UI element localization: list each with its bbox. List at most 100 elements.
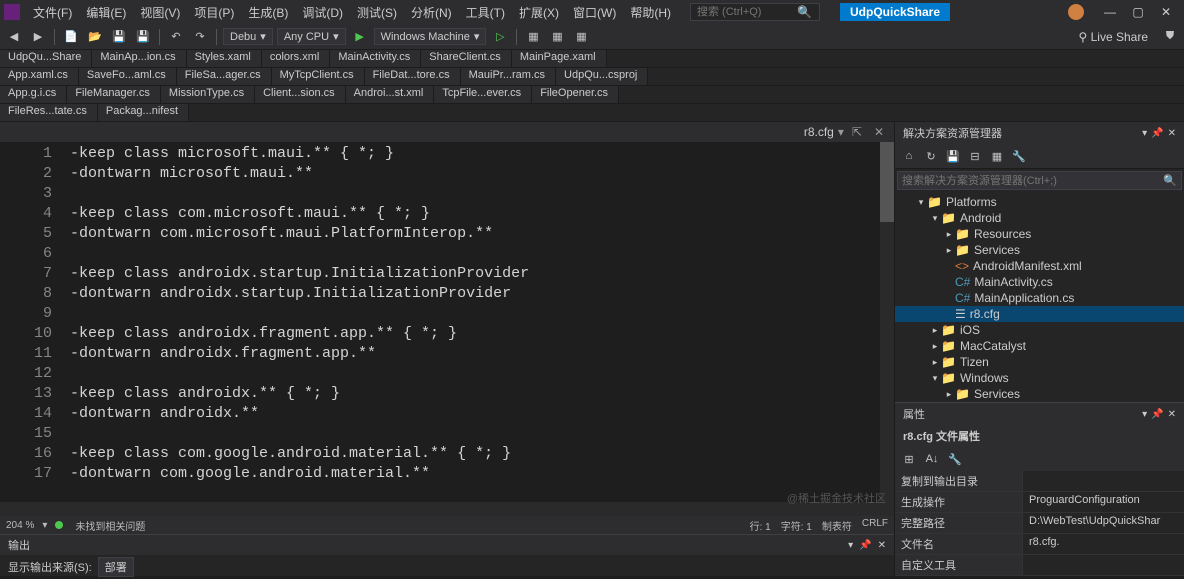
menu-item[interactable]: 项目(P) xyxy=(187,4,241,21)
line-indicator[interactable]: 行: 1 xyxy=(750,518,771,533)
sort-icon[interactable]: A↓ xyxy=(922,449,942,469)
error-status[interactable]: 未找到相关问题 xyxy=(75,518,145,533)
tool-icon[interactable]: ▦ xyxy=(523,27,543,47)
save-icon[interactable]: 💾 xyxy=(943,146,963,166)
document-tab[interactable]: Client...sion.cs xyxy=(255,86,346,103)
menu-item[interactable]: 分析(N) xyxy=(404,4,459,21)
home-icon[interactable]: ⌂ xyxy=(899,146,919,166)
tree-item[interactable]: ▾📁Android xyxy=(895,210,1184,226)
property-row[interactable]: 生成操作ProguardConfiguration xyxy=(895,492,1184,513)
tree-item[interactable]: C#MainActivity.cs xyxy=(895,274,1184,290)
document-tab[interactable]: UdpQu...Share xyxy=(0,50,92,67)
code-content[interactable]: -keep class microsoft.maui.** { *; }-don… xyxy=(70,142,894,502)
document-tab[interactable]: colors.xml xyxy=(262,50,331,67)
categorize-icon[interactable]: ⊞ xyxy=(899,449,919,469)
tree-item[interactable]: C#MainApplication.cs xyxy=(895,290,1184,306)
show-all-icon[interactable]: ▦ xyxy=(987,146,1007,166)
search-icon[interactable]: 🔍 xyxy=(1163,174,1177,187)
target-combo[interactable]: Windows Machine▾ xyxy=(374,28,487,45)
property-value[interactable]: r8.cfg. xyxy=(1023,534,1184,554)
tool-icon[interactable]: ▦ xyxy=(547,27,567,47)
nav-back-icon[interactable]: ◀ xyxy=(4,27,24,47)
save-icon[interactable]: 💾 xyxy=(109,27,129,47)
close-icon[interactable]: ✕ xyxy=(1168,128,1176,139)
menu-item[interactable]: 生成(B) xyxy=(241,4,295,21)
menu-item[interactable]: 帮助(H) xyxy=(623,4,678,21)
chevron-right-icon[interactable]: ▸ xyxy=(943,245,955,256)
document-tab[interactable]: FileManager.cs xyxy=(67,86,161,103)
close-icon[interactable]: ✕ xyxy=(878,540,886,551)
solution-tree[interactable]: ▾📁Platforms▾📁Android▸📁Resources▸📁Service… xyxy=(895,192,1184,402)
document-tab[interactable]: MyTcpClient.cs xyxy=(272,68,365,85)
menu-item[interactable]: 窗口(W) xyxy=(566,4,623,21)
chevron-right-icon[interactable]: ▸ xyxy=(943,229,955,240)
chevron-right-icon[interactable]: ▸ xyxy=(929,341,941,352)
tree-item[interactable]: ▸📁iOS xyxy=(895,322,1184,338)
redo-icon[interactable]: ↷ xyxy=(190,27,210,47)
wrench-icon[interactable]: 🔧 xyxy=(945,449,965,469)
new-item-icon[interactable]: 📄 xyxy=(61,27,81,47)
dropdown-icon[interactable]: ▾ xyxy=(1142,409,1147,420)
platform-combo[interactable]: Any CPU▾ xyxy=(277,28,346,45)
document-tab[interactable]: FileDat...tore.cs xyxy=(365,68,461,85)
document-tab[interactable]: SaveFo...aml.cs xyxy=(79,68,177,85)
document-tab[interactable]: FileOpener.cs xyxy=(532,86,619,103)
chevron-right-icon[interactable]: ▸ xyxy=(943,389,955,400)
save-all-icon[interactable]: 💾 xyxy=(133,27,153,47)
menu-item[interactable]: 调试(D) xyxy=(295,4,350,21)
tree-item[interactable]: ▸📁MacCatalyst xyxy=(895,338,1184,354)
tree-item[interactable]: ▾📁Platforms xyxy=(895,194,1184,210)
property-row[interactable]: 复制到输出目录 xyxy=(895,471,1184,492)
dropdown-icon[interactable]: ▾ xyxy=(838,125,844,139)
close-button[interactable]: ✕ xyxy=(1152,5,1180,19)
tree-item[interactable]: ▸📁Tizen xyxy=(895,354,1184,370)
start-icon[interactable]: ▷ xyxy=(490,27,510,47)
pin-icon[interactable]: 📌 xyxy=(1151,128,1163,139)
tree-item[interactable]: ▾📁Windows xyxy=(895,370,1184,386)
code-editor[interactable]: 1234567891011121314151617 -keep class mi… xyxy=(0,142,894,502)
open-icon[interactable]: 📂 xyxy=(85,27,105,47)
tree-item[interactable]: <>AndroidManifest.xml xyxy=(895,258,1184,274)
document-tab[interactable]: MainActivity.cs xyxy=(330,50,421,67)
menu-item[interactable]: 文件(F) xyxy=(26,4,79,21)
pin-icon[interactable]: 📌 xyxy=(1151,409,1163,420)
document-tab[interactable]: Packag...nifest xyxy=(98,104,189,121)
properties-icon[interactable]: 🔧 xyxy=(1009,146,1029,166)
properties-grid[interactable]: 复制到输出目录生成操作ProguardConfiguration完整路径D:\W… xyxy=(895,471,1184,576)
document-tab[interactable]: App.g.i.cs xyxy=(0,86,67,103)
property-row[interactable]: 完整路径D:\WebTest\UdpQuickShar xyxy=(895,513,1184,534)
dropdown-icon[interactable]: ▾ xyxy=(848,540,853,551)
menu-item[interactable]: 扩展(X) xyxy=(512,4,566,21)
config-combo[interactable]: Debu▾ xyxy=(223,28,273,45)
start-debug-icon[interactable]: ▶ xyxy=(350,27,370,47)
chevron-down-icon[interactable]: ▾ xyxy=(929,213,941,224)
tree-item[interactable]: ▸📁Resources xyxy=(895,226,1184,242)
tree-item[interactable]: ☰r8.cfg xyxy=(895,306,1184,322)
close-icon[interactable]: ✕ xyxy=(1168,409,1176,420)
solution-search[interactable]: 🔍 xyxy=(897,171,1182,190)
property-value[interactable]: ProguardConfiguration xyxy=(1023,492,1184,512)
property-row[interactable]: 文件名r8.cfg. xyxy=(895,534,1184,555)
menu-item[interactable]: 测试(S) xyxy=(350,4,404,21)
document-tab[interactable]: FileSa...ager.cs xyxy=(177,68,272,85)
chevron-right-icon[interactable]: ▸ xyxy=(929,325,941,336)
tree-item[interactable]: ▸📁Services xyxy=(895,242,1184,258)
document-tab[interactable]: MauiPr...ram.cs xyxy=(461,68,556,85)
editor-close-icon[interactable]: ✕ xyxy=(870,125,888,139)
live-share-button[interactable]: ⚲ Live Share xyxy=(1071,30,1157,44)
document-tab[interactable]: TcpFile...ever.cs xyxy=(434,86,532,103)
horizontal-scrollbar[interactable] xyxy=(0,502,894,516)
collapse-icon[interactable]: ⊟ xyxy=(965,146,985,166)
document-tab[interactable]: ShareClient.cs xyxy=(421,50,512,67)
dropdown-icon[interactable]: ▾ xyxy=(1142,128,1147,139)
global-search[interactable]: 🔍 xyxy=(690,3,820,21)
menu-item[interactable]: 编辑(E) xyxy=(79,4,133,21)
chevron-down-icon[interactable]: ▾ xyxy=(915,197,927,208)
tool-icon[interactable]: ▦ xyxy=(571,27,591,47)
document-tab[interactable]: Androi...st.xml xyxy=(346,86,435,103)
menu-item[interactable]: 工具(T) xyxy=(459,4,512,21)
nav-fwd-icon[interactable]: ▶ xyxy=(28,27,48,47)
property-value[interactable] xyxy=(1023,471,1184,491)
document-tab[interactable]: UdpQu...csproj xyxy=(556,68,648,85)
eol-indicator[interactable]: CRLF xyxy=(862,518,888,533)
